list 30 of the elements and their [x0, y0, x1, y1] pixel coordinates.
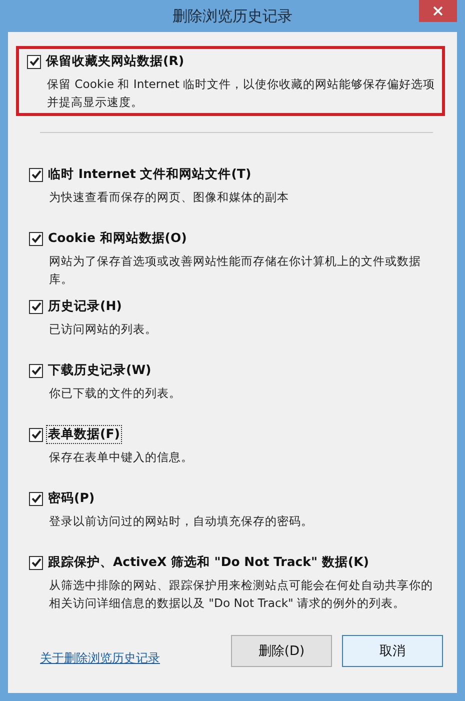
checkbox[interactable]	[29, 168, 43, 182]
option-description: 已访问网站的列表。	[48, 321, 158, 338]
checkbox[interactable]	[29, 428, 43, 442]
option-description: 登录以前访问过的网站时，自动填充保存的密码。	[48, 513, 314, 530]
checkbox[interactable]	[29, 556, 43, 570]
option-label[interactable]: 跟踪保护、ActiveX 筛选和 "Do Not Track" 数据(K)	[46, 553, 371, 572]
cancel-button[interactable]: 取消	[342, 635, 443, 667]
checkbox[interactable]	[29, 364, 43, 378]
option-description: 你已下载的文件的列表。	[48, 385, 182, 402]
option-label[interactable]: 表单数据(F)	[46, 425, 122, 444]
option-description: 从筛选中排除的网站、跟踪保护用来检测站点可能会在何处自动共享你的相关访问详细信息的数据以及 "Do Not Track" 请求的例外的列表。	[48, 577, 434, 612]
checkbox[interactable]	[29, 300, 43, 314]
close-button[interactable]	[419, 0, 457, 22]
window-title: 删除浏览历史记录	[172, 6, 292, 26]
option-label[interactable]: 下载历史记录(W)	[46, 361, 154, 380]
option-label[interactable]: 历史记录(H)	[46, 297, 124, 316]
option-label[interactable]: Cookie 和网站数据(O)	[46, 229, 189, 248]
option-description: 保存在表单中键入的信息。	[48, 449, 194, 466]
close-icon	[433, 6, 443, 16]
option-label[interactable]: 密码(P)	[46, 489, 97, 508]
checkbox[interactable]	[27, 54, 41, 68]
checkbox[interactable]	[29, 492, 43, 506]
option-description: 为快速查看而保存的网页、图像和媒体的副本	[48, 189, 290, 206]
option-description: 网站为了保存首选项或改善网站性能而存储在你计算机上的文件或数据库。	[48, 253, 422, 288]
option-label[interactable]: 临时 Internet 文件和网站文件(T)	[46, 165, 254, 184]
delete-button[interactable]: 删除(D)	[231, 635, 332, 667]
help-link[interactable]: 关于删除浏览历史记录	[40, 650, 160, 667]
option-description: 保留 Cookie 和 Internet 临时文件，以使你收藏的网站能够保存偏好选项并提高显示速度。	[46, 76, 436, 111]
checkbox[interactable]	[29, 232, 43, 246]
option-label[interactable]: 保留收藏夹网站数据(R)	[44, 52, 186, 71]
